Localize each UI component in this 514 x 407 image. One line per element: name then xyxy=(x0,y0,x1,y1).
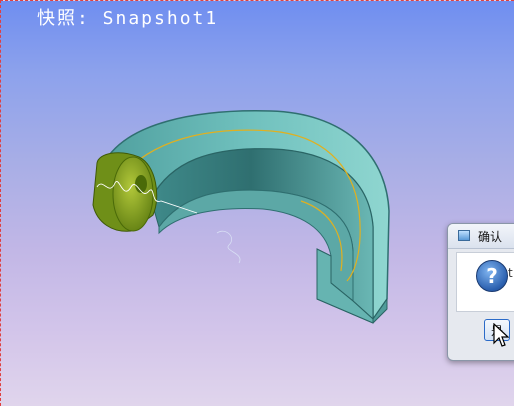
question-icon: ? xyxy=(476,260,508,292)
3d-model[interactable] xyxy=(1,1,514,407)
dialog-titlebar[interactable]: 确认 xyxy=(448,224,514,249)
window-icon xyxy=(458,230,470,241)
sketch-wire-2 xyxy=(216,230,241,264)
3d-viewport[interactable]: 快照: Snapshot1 确认 ? t xyxy=(0,0,514,406)
shaft-hole xyxy=(135,175,147,193)
dialog-message: t xyxy=(508,266,513,280)
mouse-pointer-icon xyxy=(493,323,509,347)
dialog-title: 确认 xyxy=(478,230,503,244)
shaft-end-face xyxy=(112,156,154,232)
